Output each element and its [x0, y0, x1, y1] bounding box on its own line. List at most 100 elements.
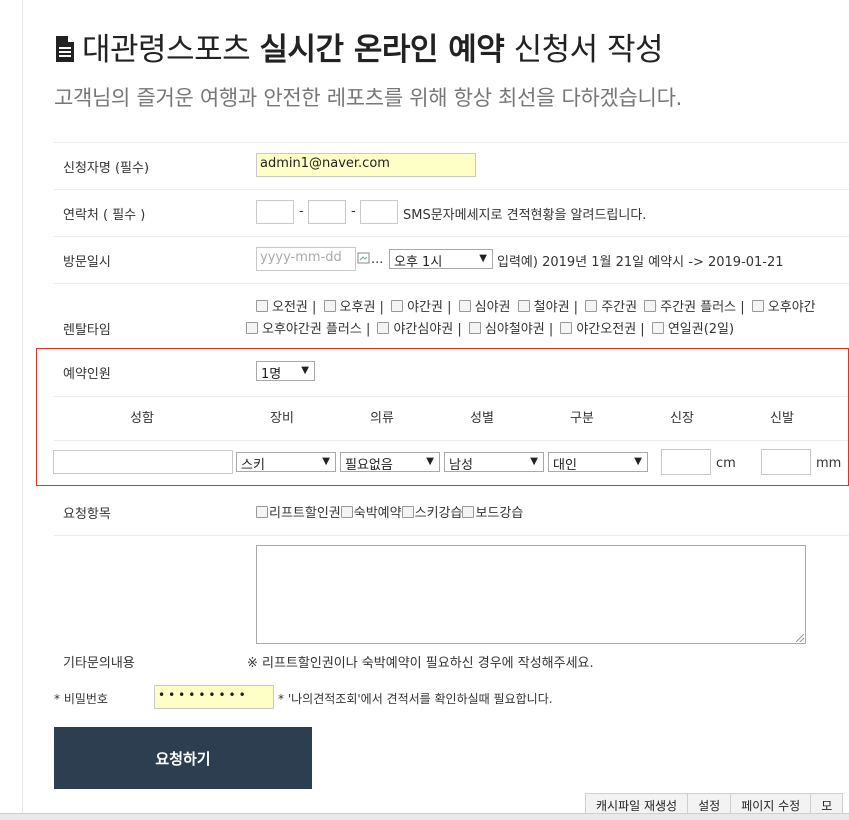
shoe-unit: mm	[816, 456, 842, 471]
request-option[interactable]: 스키강습	[401, 506, 462, 521]
checkbox-icon[interactable]	[651, 322, 664, 334]
rental-option[interactable]: 야간오전권 |	[560, 322, 645, 337]
divider	[54, 283, 849, 284]
inquiry-note: ※ 리프트할인권이나 숙박예약이 필요하신 경우에 작성해주세요.	[247, 656, 594, 671]
request-label: 요청항목	[63, 507, 111, 522]
phone-dash: -	[299, 204, 304, 219]
password-note: * '나의견적조회'에서 견적서를 확인하실때 필요합니다.	[278, 692, 553, 706]
phone-dash: -	[351, 204, 356, 219]
rental-option[interactable]: 심야권	[458, 300, 511, 315]
column-header-name: 성함	[130, 411, 154, 426]
people-select[interactable]: 1명 ▼	[256, 361, 315, 382]
title-prefix: 대관령스포츠	[82, 32, 260, 68]
phone-note: SMS문자메세지로 견적현황을 알려드립니다.	[403, 208, 647, 223]
chevron-down-icon: ▼	[301, 365, 309, 376]
tab-more[interactable]: 모	[810, 793, 844, 815]
chevron-down-icon: ▼	[634, 456, 642, 467]
rental-option[interactable]: 오후야간권 플러스 |	[246, 322, 370, 337]
checkbox-icon[interactable]	[391, 300, 404, 312]
checkbox-icon[interactable]	[560, 322, 573, 334]
rental-label: 렌탈타임	[63, 323, 111, 338]
visit-label: 방문일시	[63, 255, 111, 270]
column-header-gender: 성별	[470, 411, 494, 426]
tab-cache-regenerate[interactable]: 캐시파일 재생성	[585, 793, 689, 815]
person-name-input[interactable]	[53, 450, 233, 474]
phone-input-3[interactable]	[360, 200, 398, 224]
document-icon	[56, 36, 74, 62]
password-input[interactable]: •••••••••	[154, 685, 274, 709]
rental-option[interactable]: 오전권 |	[256, 300, 316, 315]
resize-handle-icon[interactable]	[796, 634, 804, 642]
phone-label: 연락처 ( 필수 )	[63, 208, 146, 223]
category-select[interactable]: 대인 ▼	[548, 452, 648, 473]
shoe-input[interactable]	[761, 449, 811, 475]
page-subtitle: 고객님의 즐거운 여행과 안전한 레포츠를 위해 항상 최선을 다하겠습니다.	[54, 86, 682, 110]
rental-option[interactable]: 심야철야권 |	[468, 322, 553, 337]
calendar-icon[interactable]: ...	[357, 251, 383, 267]
equipment-select[interactable]: 스키 ▼	[236, 452, 336, 473]
phone-input-2[interactable]	[308, 200, 346, 224]
clothing-select[interactable]: 필요없음 ▼	[340, 452, 440, 473]
checkbox-icon[interactable]	[323, 300, 336, 312]
request-option[interactable]: 리프트할인권	[256, 506, 341, 521]
visit-time-select[interactable]: 오후 1시 ▼	[389, 249, 493, 270]
admin-tabbar: 캐시파일 재생성 설정 페이지 수정 모	[585, 793, 844, 815]
checkbox-icon[interactable]	[751, 300, 764, 312]
checkbox-icon[interactable]	[585, 300, 598, 312]
checkbox-icon[interactable]	[246, 322, 258, 334]
height-input[interactable]	[661, 449, 711, 475]
checkbox-icon[interactable]	[462, 506, 475, 518]
checkbox-icon[interactable]	[517, 300, 530, 312]
title-bold: 실시간 온라인 예약	[259, 32, 505, 68]
column-header-category: 구분	[570, 411, 594, 426]
chevron-down-icon: ▼	[426, 456, 434, 467]
visit-note: 입력예) 2019년 1월 21일 예약시 -> 2019-01-21	[497, 255, 784, 270]
column-header-height: 신장	[670, 411, 694, 426]
page-title: 대관령스포츠 실시간 온라인 예약 신청서 작성	[54, 24, 664, 69]
rental-option[interactable]: 철야권 |	[517, 300, 578, 315]
password-label: * 비밀번호	[54, 692, 108, 706]
checkbox-icon[interactable]	[468, 322, 481, 334]
chevron-down-icon: ▼	[479, 253, 487, 264]
checkbox-icon[interactable]	[340, 506, 353, 518]
checkbox-icon[interactable]	[256, 506, 268, 518]
submit-button[interactable]: 요청하기	[54, 727, 312, 789]
divider	[54, 142, 849, 143]
request-option[interactable]: 숙박예약	[340, 506, 402, 521]
column-header-equipment: 장비	[270, 411, 294, 426]
tab-settings[interactable]: 설정	[687, 793, 732, 815]
checkbox-icon[interactable]	[644, 300, 657, 312]
request-option[interactable]: 보드강습	[462, 506, 523, 521]
gender-select[interactable]: 남성 ▼	[444, 452, 544, 473]
column-header-clothing: 의류	[370, 411, 394, 426]
divider	[54, 189, 849, 190]
inquiry-label: 기타문의내용	[63, 656, 135, 671]
tab-page-edit[interactable]: 페이지 수정	[730, 793, 812, 815]
rental-option[interactable]: 주간권 플러스 |	[644, 300, 745, 315]
page-left-border	[22, 0, 23, 819]
rental-option[interactable]: 야간권 |	[391, 300, 452, 315]
rental-option[interactable]: 연일권(2일)	[651, 322, 734, 337]
phone-input-1[interactable]	[256, 200, 294, 224]
chevron-down-icon: ▼	[322, 456, 330, 467]
applicant-label: 신청자명 (필수)	[63, 161, 150, 176]
inquiry-textarea[interactable]	[256, 545, 806, 644]
rental-options-row1: 오전권 | 오후권 | 야간권 | 심야권 철야권 | 주간권 주간권 플러스 …	[256, 296, 819, 315]
rental-option[interactable]: 오후야간	[751, 300, 816, 315]
checkbox-icon[interactable]	[458, 300, 471, 312]
request-options: 리프트할인권 숙박예약 스키강습 보드강습	[256, 502, 523, 521]
visit-date-input[interactable]: yyyy-mm-dd	[256, 247, 356, 271]
rental-option[interactable]: 주간권	[585, 300, 637, 315]
rental-option[interactable]: 야간심야권 |	[377, 322, 462, 337]
rental-options-row2: 오후야간권 플러스 | 야간심야권 | 심야철야권 | 야간오전권 | 연일권(…	[246, 318, 737, 337]
chevron-down-icon: ▼	[530, 456, 538, 467]
checkbox-icon[interactable]	[256, 300, 268, 312]
height-unit: cm	[716, 456, 736, 471]
divider	[54, 236, 849, 237]
column-header-shoe: 신발	[770, 411, 794, 426]
checkbox-icon[interactable]	[377, 322, 390, 334]
people-label: 예약인원	[63, 367, 111, 382]
checkbox-icon[interactable]	[401, 506, 414, 518]
applicant-input[interactable]: admin1@naver.com	[256, 153, 476, 177]
rental-option[interactable]: 오후권 |	[323, 300, 384, 315]
